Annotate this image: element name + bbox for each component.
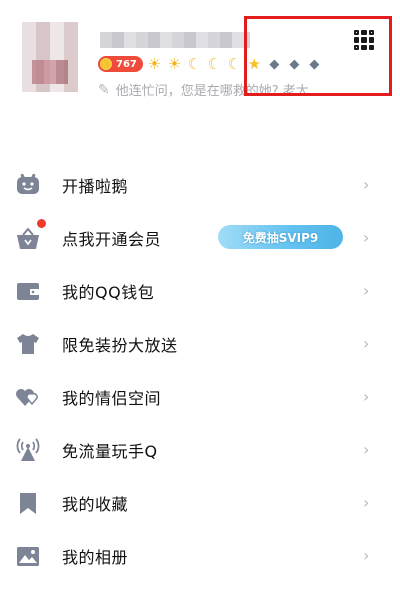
- menu-item-label: 免流量玩手Q: [62, 441, 158, 461]
- moon-icon: ☾: [227, 54, 242, 73]
- nickname-blurred: [100, 32, 250, 48]
- menu-item-couple-space[interactable]: 我的情侣空间 ›: [0, 370, 400, 423]
- menu-item-album[interactable]: 我的相册 ›: [0, 529, 400, 582]
- chevron-right-icon: ›: [363, 387, 370, 406]
- hearts-icon: [16, 388, 38, 406]
- menu-item-label: 我的情侣空间: [62, 388, 162, 408]
- chevron-right-icon: ›: [363, 546, 370, 565]
- signature[interactable]: ✎ 他连忙问，您是在哪救的她? 老太: [98, 80, 309, 100]
- bookmark-icon: [20, 492, 36, 514]
- menu-item-label: 限免装扮大放送: [62, 335, 178, 355]
- drawer-menu: 开播啦鹅 › 点我开通会员 免费抽SVIP9 › 我的QQ钱包 › 限免装扮大放…: [0, 158, 400, 582]
- qr-code-icon[interactable]: [354, 30, 374, 50]
- menu-item-label: 我的相册: [62, 547, 129, 567]
- moon-icon: ☾: [187, 54, 202, 73]
- photo-icon: [17, 546, 39, 566]
- notification-dot: [37, 219, 46, 228]
- menu-item-vip[interactable]: 点我开通会员 免费抽SVIP9 ›: [0, 211, 400, 264]
- menu-item-live[interactable]: 开播啦鹅 ›: [0, 158, 400, 211]
- sun-icon: ☀: [167, 54, 182, 73]
- chevron-right-icon: ›: [363, 493, 370, 512]
- menu-item-favorites[interactable]: 我的收藏 ›: [0, 476, 400, 529]
- chevron-right-icon: ›: [363, 281, 370, 300]
- pet-icon: ◆: [269, 56, 280, 72]
- chevron-right-icon: ›: [363, 228, 370, 247]
- level-badge: 767: [98, 56, 143, 72]
- star-icon: ★: [247, 54, 262, 73]
- pet-icon: ◆: [289, 56, 300, 72]
- moon-icon: ☾: [207, 54, 222, 73]
- chevron-right-icon: ›: [363, 440, 370, 459]
- level-badges[interactable]: 767 ☀ ☀ ☾ ☾ ☾ ★ ◆ ◆ ◆: [98, 54, 323, 74]
- tshirt-icon: [17, 333, 39, 354]
- chevron-right-icon: ›: [363, 334, 370, 353]
- antenna-icon: [16, 437, 40, 461]
- menu-item-label: 我的QQ钱包: [62, 282, 155, 302]
- chevron-right-icon: ›: [363, 175, 370, 194]
- vip-basket-icon: [17, 226, 39, 249]
- menu-item-free-data[interactable]: 免流量玩手Q ›: [0, 423, 400, 476]
- tv-icon: [17, 173, 39, 194]
- pencil-icon: ✎: [98, 81, 110, 98]
- sun-icon: ☀: [147, 54, 162, 73]
- wallet-icon: [17, 282, 39, 300]
- pet-icon: ◆: [309, 56, 320, 72]
- menu-item-label: 开播啦鹅: [62, 176, 129, 196]
- level-number: 767: [116, 58, 137, 70]
- menu-item-label: 点我开通会员: [62, 229, 162, 249]
- menu-item-dressup[interactable]: 限免装扮大放送 ›: [0, 317, 400, 370]
- profile-header[interactable]: 767 ☀ ☀ ☾ ☾ ☾ ★ ◆ ◆ ◆ ✎ 他连忙问，您是在哪救的她? 老太: [0, 0, 400, 140]
- svip-promo-text: 免费抽SVIP9: [242, 230, 319, 245]
- menu-item-wallet[interactable]: 我的QQ钱包 ›: [0, 264, 400, 317]
- avatar[interactable]: [22, 22, 78, 92]
- signature-text: 他连忙问，您是在哪救的她? 老太: [115, 84, 309, 99]
- coin-icon: [100, 58, 112, 70]
- menu-item-label: 我的收藏: [62, 494, 129, 514]
- svip-promo-badge[interactable]: 免费抽SVIP9: [218, 225, 343, 249]
